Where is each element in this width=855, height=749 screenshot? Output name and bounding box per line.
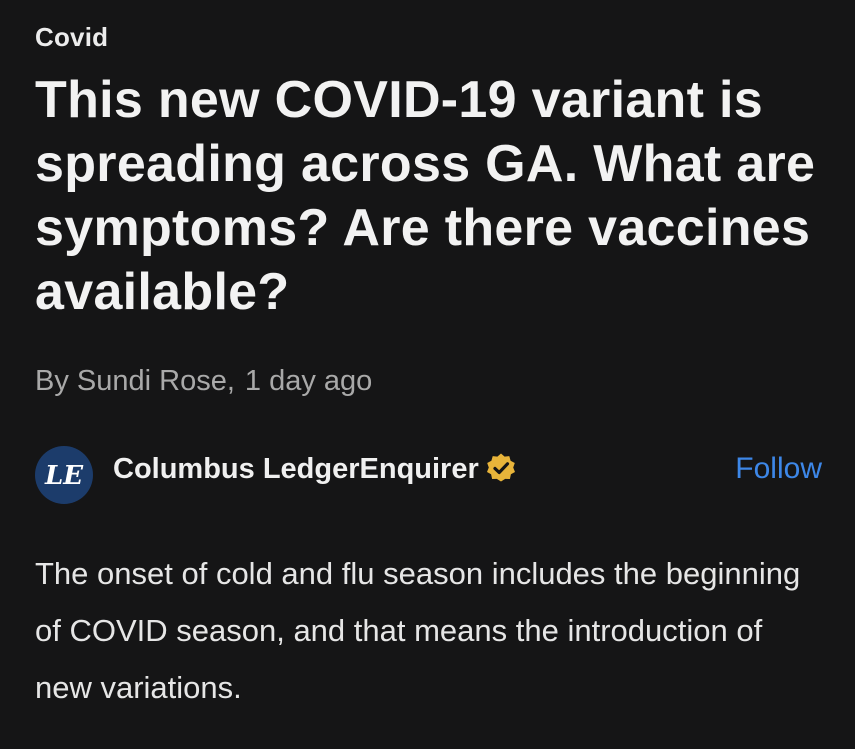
publisher-logo[interactable]: LE xyxy=(35,446,93,504)
article-body: The onset of cold and flu season include… xyxy=(35,556,801,705)
publisher-name: Columbus LedgerEnquirer xyxy=(113,453,479,485)
publisher-name-wrap[interactable]: Columbus LedgerEnquirer xyxy=(113,452,517,492)
headline: This new COVID-19 variant is spreading a… xyxy=(35,71,816,321)
publisher-logo-mark: LE xyxy=(44,461,84,491)
category-label[interactable]: Covid xyxy=(35,22,108,53)
byline: By Sundi Rose, 1 day ago xyxy=(35,365,372,398)
byline-time: 1 day ago xyxy=(244,365,373,397)
publisher-row: LE Columbus LedgerEnquirer Follow xyxy=(35,446,822,504)
verified-badge-icon xyxy=(485,452,517,492)
byline-author[interactable]: By Sundi Rose, xyxy=(35,365,235,397)
follow-button[interactable]: Follow xyxy=(735,452,822,486)
publisher-logo-text: LE xyxy=(44,461,84,491)
